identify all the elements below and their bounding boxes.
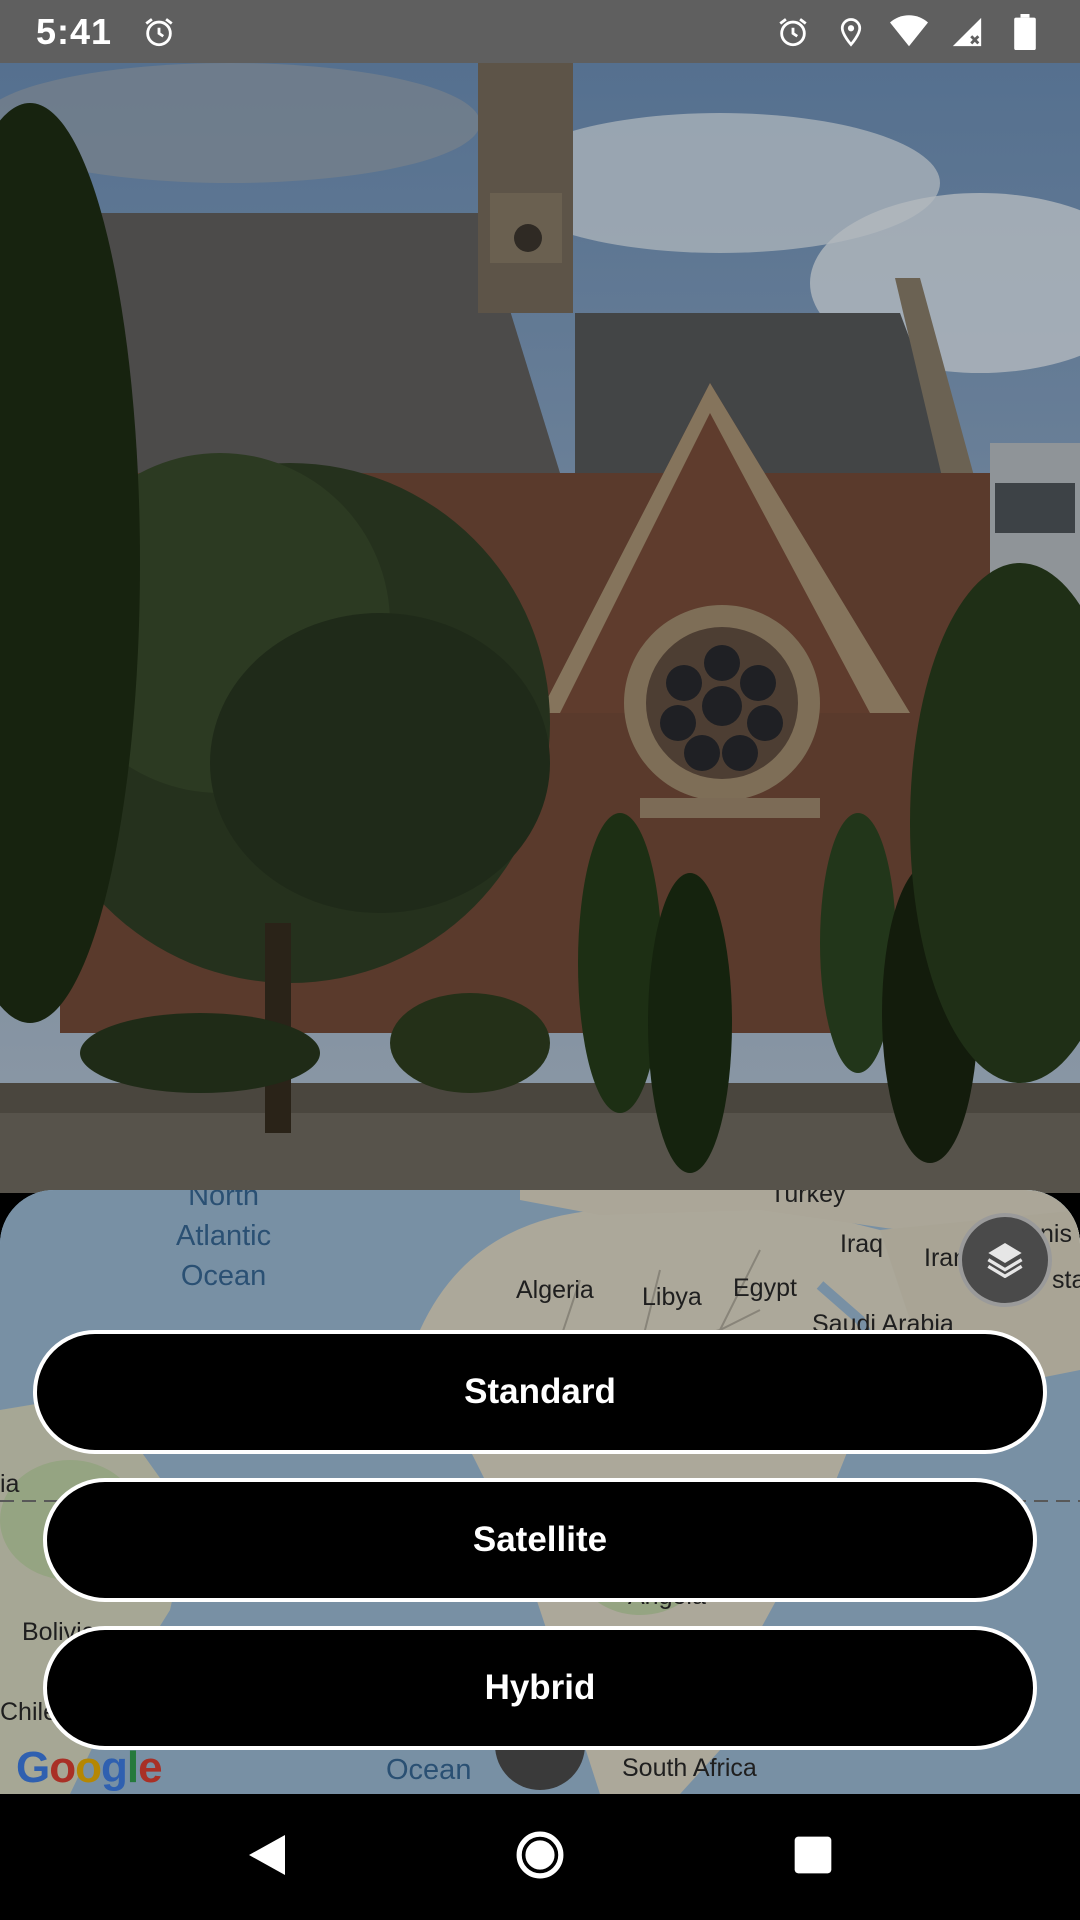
wifi-icon [890,13,928,51]
ocean-label-south: Ocean [386,1754,472,1786]
layers-icon [985,1238,1025,1283]
alarm-icon [140,13,178,51]
map-label-south-africa: South Africa [622,1754,757,1782]
map-label-turkey: Turkey [770,1190,846,1208]
street-view-photo[interactable] [0,63,1080,1193]
status-time: 5:41 [36,10,113,52]
alarm-icon [774,13,812,51]
google-logo: Google [16,1743,163,1792]
map-layers-button[interactable] [958,1213,1052,1307]
map-label-iraq: Iraq [840,1230,884,1258]
home-button[interactable] [500,1817,580,1897]
status-bar: 5:41 [0,0,1080,63]
home-icon [515,1830,565,1885]
map-label-libya: Libya [642,1283,702,1311]
recents-icon [791,1833,835,1882]
map-label-fragment-left: ia [0,1470,20,1498]
satellite-map-button[interactable]: Satellite [43,1478,1037,1602]
hybrid-map-button[interactable]: Hybrid [43,1626,1037,1750]
battery-icon [1006,13,1044,51]
back-icon [245,1831,289,1884]
location-icon [832,13,870,51]
back-button[interactable] [227,1817,307,1897]
ocean-label-north-atlantic: North Atlantic Ocean [176,1190,272,1292]
map-label-fragment-right: sta [1052,1266,1080,1294]
navigation-bar [0,1794,1080,1920]
map-label-egypt: Egypt [733,1274,797,1302]
signal-icon [948,13,986,51]
recents-button[interactable] [773,1817,853,1897]
standard-label: Standard [464,1372,616,1411]
map-label-algeria: Algeria [516,1276,594,1304]
hybrid-label: Hybrid [484,1668,596,1707]
standard-map-button[interactable]: Standard [33,1330,1047,1454]
satellite-label: Satellite [472,1520,608,1559]
